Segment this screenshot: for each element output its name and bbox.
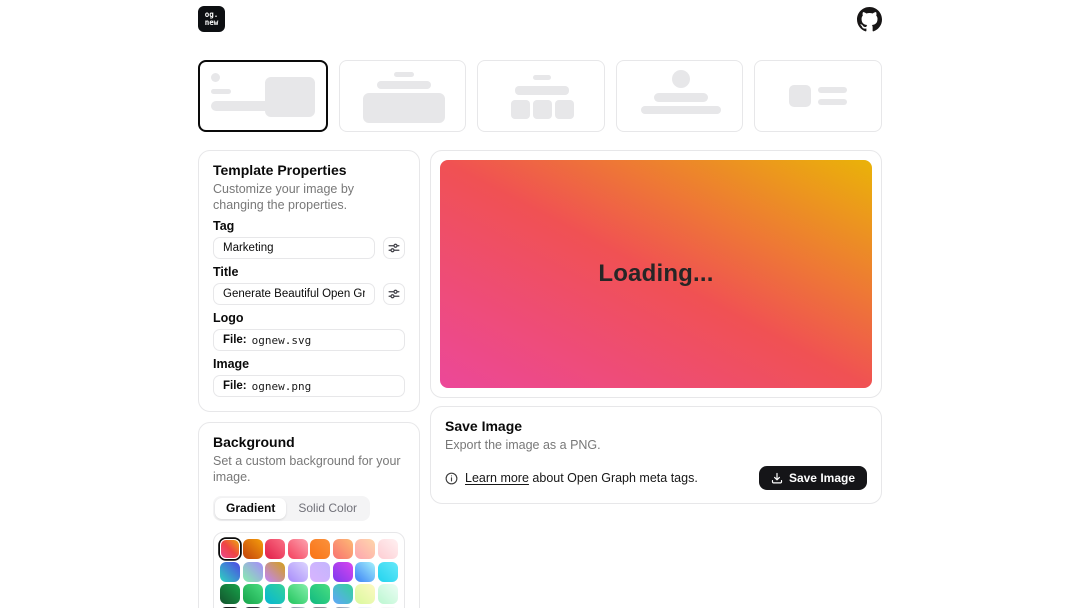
gradient-swatch-21[interactable]	[310, 584, 330, 604]
gradient-swatch-grid	[213, 532, 405, 608]
gradient-swatch-19[interactable]	[265, 584, 285, 604]
sliders-icon	[388, 242, 400, 254]
panel-subtitle: Set a custom background for your image.	[213, 453, 405, 485]
tab-gradient[interactable]: Gradient	[215, 498, 286, 519]
template-option-3[interactable]	[477, 60, 605, 132]
gradient-swatch-10[interactable]	[243, 562, 263, 582]
title-settings-button[interactable]	[383, 283, 405, 305]
title-field: Title	[213, 266, 405, 305]
gradient-swatch-1[interactable]	[220, 539, 240, 559]
ognew-logo[interactable]: og. new	[198, 6, 225, 32]
gradient-swatch-17[interactable]	[220, 584, 240, 604]
preview-panel: Loading...	[430, 150, 882, 398]
panel-subtitle: Export the image as a PNG.	[445, 437, 867, 453]
template-properties-panel: Template Properties Customize your image…	[198, 150, 420, 412]
gradient-swatch-15[interactable]	[355, 562, 375, 582]
template-option-2[interactable]	[339, 60, 467, 132]
tag-settings-button[interactable]	[383, 237, 405, 259]
image-file-name: ognew.png	[252, 380, 312, 393]
template-option-1[interactable]	[198, 60, 328, 132]
gradient-swatch-13[interactable]	[310, 562, 330, 582]
header: og. new	[198, 0, 882, 32]
panel-subtitle: Customize your image by changing the pro…	[213, 181, 405, 213]
main-content: Template Properties Customize your image…	[198, 150, 882, 608]
logo-line-2: new	[205, 19, 219, 28]
right-column: Loading... Save Image Export the image a…	[430, 150, 882, 504]
gradient-swatch-20[interactable]	[288, 584, 308, 604]
save-image-button[interactable]: Save Image	[759, 466, 867, 490]
loading-text: Loading...	[598, 260, 713, 288]
template-option-5[interactable]	[754, 60, 882, 132]
template-option-4[interactable]	[616, 60, 744, 132]
logo-file-name: ognew.svg	[252, 334, 312, 347]
learn-more-rest: about Open Graph meta tags.	[529, 471, 698, 485]
image-file-input[interactable]: File: ognew.png	[213, 375, 405, 397]
logo-field: Logo File: ognew.svg	[213, 312, 405, 351]
image-label: Image	[213, 358, 405, 371]
gradient-swatch-11[interactable]	[265, 562, 285, 582]
gradient-swatch-18[interactable]	[243, 584, 263, 604]
gradient-swatch-23[interactable]	[355, 584, 375, 604]
gradient-swatch-12[interactable]	[288, 562, 308, 582]
gradient-swatch-2[interactable]	[243, 539, 263, 559]
gradient-swatch-4[interactable]	[288, 539, 308, 559]
file-prefix: File:	[223, 380, 247, 392]
file-prefix: File:	[223, 334, 247, 346]
title-label: Title	[213, 266, 405, 279]
tab-solid-color[interactable]: Solid Color	[287, 498, 368, 519]
template-selector	[198, 60, 882, 132]
panel-title: Save Image	[445, 417, 867, 435]
download-icon	[771, 472, 783, 484]
logo-file-input[interactable]: File: ognew.svg	[213, 329, 405, 351]
logo-label: Logo	[213, 312, 405, 325]
info-icon	[445, 472, 458, 485]
learn-more-text: Learn more about Open Graph meta tags.	[445, 471, 698, 485]
gradient-swatch-5[interactable]	[310, 539, 330, 559]
gradient-swatch-3[interactable]	[265, 539, 285, 559]
save-button-label: Save Image	[789, 471, 855, 485]
left-column: Template Properties Customize your image…	[198, 150, 420, 608]
gradient-swatch-7[interactable]	[355, 539, 375, 559]
title-input[interactable]	[213, 283, 375, 305]
gradient-swatch-24[interactable]	[378, 584, 398, 604]
background-type-tabs: Gradient Solid Color	[213, 496, 370, 521]
image-field: Image File: ognew.png	[213, 358, 405, 397]
panel-title: Template Properties	[213, 161, 405, 179]
gradient-swatch-16[interactable]	[378, 562, 398, 582]
tag-input[interactable]	[213, 237, 375, 259]
panel-title: Background	[213, 433, 405, 451]
gradient-swatch-6[interactable]	[333, 539, 353, 559]
tag-field: Tag	[213, 220, 405, 259]
preview-image: Loading...	[440, 160, 872, 388]
tag-label: Tag	[213, 220, 405, 233]
gradient-swatch-14[interactable]	[333, 562, 353, 582]
background-panel: Background Set a custom background for y…	[198, 422, 420, 608]
gradient-swatch-22[interactable]	[333, 584, 353, 604]
learn-more-link[interactable]: Learn more	[465, 471, 529, 485]
github-icon[interactable]	[857, 7, 882, 32]
gradient-swatch-9[interactable]	[220, 562, 240, 582]
save-image-panel: Save Image Export the image as a PNG. Le…	[430, 406, 882, 504]
sliders-icon	[388, 288, 400, 300]
app-container: og. new	[198, 0, 882, 608]
gradient-swatch-8[interactable]	[378, 539, 398, 559]
